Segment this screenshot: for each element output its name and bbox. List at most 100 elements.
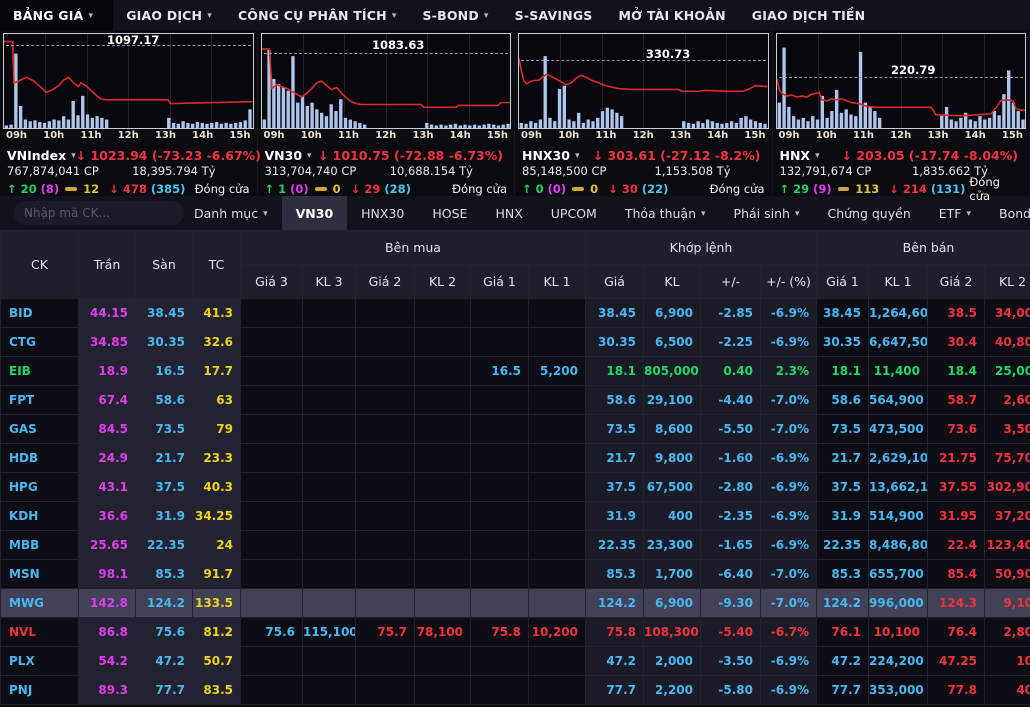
ticker-cell[interactable]: CTG [1,328,79,357]
advancers-count: 29 [793,182,809,196]
cell-gi-2 [356,357,415,386]
tab-label: HNX [495,206,522,221]
index-turnover: 18,395.794 Tỷ [132,164,215,180]
cell-gi-1 [471,386,529,415]
cell-tc: 83.5 [193,676,241,705]
index-selector[interactable]: VNIndex▾ [7,148,76,163]
col-header-gia2[interactable]: Giá 2 [356,265,415,299]
col-header-gia1[interactable]: Giá 1 [471,265,529,299]
tab-chung-quyen[interactable]: Chứng quyền [813,196,924,230]
cell-kl: 23,300 [644,531,701,560]
col-header-kl2[interactable]: KL 2 [415,265,471,299]
cell--: -1.65 [701,531,761,560]
tab-thoa-thuan[interactable]: Thỏa thuận▾ [611,196,720,230]
tab-etf[interactable]: ETF▾ [925,196,985,230]
cell-s-n: 31.9 [136,502,193,531]
tab-label: Chứng quyền [827,206,910,221]
table-row-EIB: EIB18.916.517.716.55,20018.1805,0000.402… [1,357,1030,386]
chart-peak-label: 220.79 [891,63,935,77]
tab-bond[interactable]: Bond [985,196,1030,230]
index-volume: 85,148,500 CP [522,164,606,180]
tab-hnx30[interactable]: HNX30 [347,196,418,230]
col-header-change[interactable]: +/- [701,265,761,299]
cell-gi-2 [356,560,415,589]
col-header-ck[interactable]: CK [1,231,79,299]
cell-gi-1: 30.35 [817,328,869,357]
col-header-gia3[interactable]: Giá 3 [241,265,303,299]
chevron-down-icon: ▾ [795,209,800,219]
tab-hose[interactable]: HOSE [418,196,481,230]
cell-kl-1: 13,662,100 [869,473,928,502]
col-header-san[interactable]: Sàn [136,231,193,299]
ticker-cell[interactable]: MWG [1,589,79,618]
col-header-tc[interactable]: TC [193,231,241,299]
nav-item-mo-tai-khoan[interactable]: MỞ TÀI KHOẢN [606,0,739,30]
col-header-kl[interactable]: KL [644,265,701,299]
cell-gi-1 [471,502,529,531]
cell-gi-2 [356,647,415,676]
chart-canvas [519,34,768,128]
ticker-cell[interactable]: MSN [1,560,79,589]
cell-kl-2: 37,20 [985,502,1030,531]
cell-gi-: 30.35 [586,328,644,357]
tab-danh-muc[interactable]: Danh mục▾ [180,196,282,230]
ticker-cell[interactable]: FPT [1,386,79,415]
chart-peak-label: 330.73 [646,47,690,61]
index-panel-vn30: 1083.6309h10h11h12h13h14h15hVN30▾↓ 1010.… [258,30,516,196]
ticker-cell[interactable]: NVL [1,618,79,647]
cell-tc: 50.7 [193,647,241,676]
index-selector[interactable]: HNX30▾ [522,148,580,163]
ticker-cell[interactable]: EIB [1,357,79,386]
nav-item-s-bond[interactable]: S-BOND▾ [410,0,502,30]
ticker-cell[interactable]: KDH [1,502,79,531]
ticker-cell[interactable]: PLX [1,647,79,676]
ticker-cell[interactable]: HPG [1,473,79,502]
nav-item-giao-dich-tien[interactable]: GIAO DỊCH TIỀN [739,0,879,30]
tab-vn30[interactable]: VN30 [282,196,348,230]
index-selector[interactable]: VN30▾ [265,148,312,163]
nav-item-cong-cu-phan-tich[interactable]: CÔNG CỤ PHÂN TÍCH▾ [225,0,410,30]
index-selector[interactable]: HNX▾ [780,148,820,163]
cell-kl-2 [415,328,471,357]
nav-item-s-savings[interactable]: S-SAVINGS [502,0,606,30]
ticker-cell[interactable]: MBB [1,531,79,560]
index-value: ↓ 203.05 (-17.74 -8.04%) [842,148,1018,163]
chevron-down-icon: ▾ [575,151,580,161]
search-input[interactable] [14,201,184,225]
nav-item-giao-dich[interactable]: GIAO DỊCH▾ [113,0,225,30]
col-header-ban-kl1[interactable]: KL 1 [869,265,928,299]
col-header-tran[interactable]: Trần [79,231,136,299]
ticker-cell[interactable]: GAS [1,415,79,444]
col-header-ban-kl2[interactable]: KL 2 [985,265,1030,299]
table-row-CTG: CTG34.8530.3532.630.356,500-2.25-6.9%30.… [1,328,1030,357]
group-header-ben-mua: Bên mua [241,231,586,265]
col-header-gia[interactable]: Giá [586,265,644,299]
cell-tr-n: 25.65 [79,531,136,560]
index-volume: 313,704,740 CP [265,164,357,180]
col-header-ban-gia1[interactable]: Giá 1 [817,265,869,299]
cell--: -1.60 [701,444,761,473]
ticker-cell[interactable]: HDB [1,444,79,473]
floor-count: (385) [151,182,186,196]
index-stats: VNIndex▾↓ 1023.94 (-73.23 -6.67%)767,874… [3,144,254,198]
cell-gi-1: 124.2 [817,589,869,618]
col-header-ban-gia2[interactable]: Giá 2 [928,265,985,299]
tab-phai-sinh[interactable]: Phái sinh▾ [720,196,814,230]
ticker-cell[interactable]: BID [1,299,79,328]
col-header-kl3[interactable]: KL 3 [303,265,356,299]
tab-hnx[interactable]: HNX [481,196,536,230]
col-header-change-pct[interactable]: +/- (%) [761,265,817,299]
tab-label: Bond [999,206,1030,221]
cell-kl-1 [529,444,586,473]
chevron-down-icon: ▾ [484,11,489,21]
nav-item-bang-gia[interactable]: BẢNG GIÁ▾ [0,0,113,30]
cell-gi-3 [241,473,303,502]
tab-label: Thỏa thuận [625,206,696,221]
ticker-cell[interactable]: PNJ [1,676,79,705]
time-tick: 11h [80,130,101,144]
col-header-kl1[interactable]: KL 1 [529,265,586,299]
cell-tr-n: 98.1 [79,560,136,589]
tab-upcom[interactable]: UPCOM [537,196,611,230]
cell-kl: 805,000 [644,357,701,386]
advancers-count: 20 [21,182,37,196]
